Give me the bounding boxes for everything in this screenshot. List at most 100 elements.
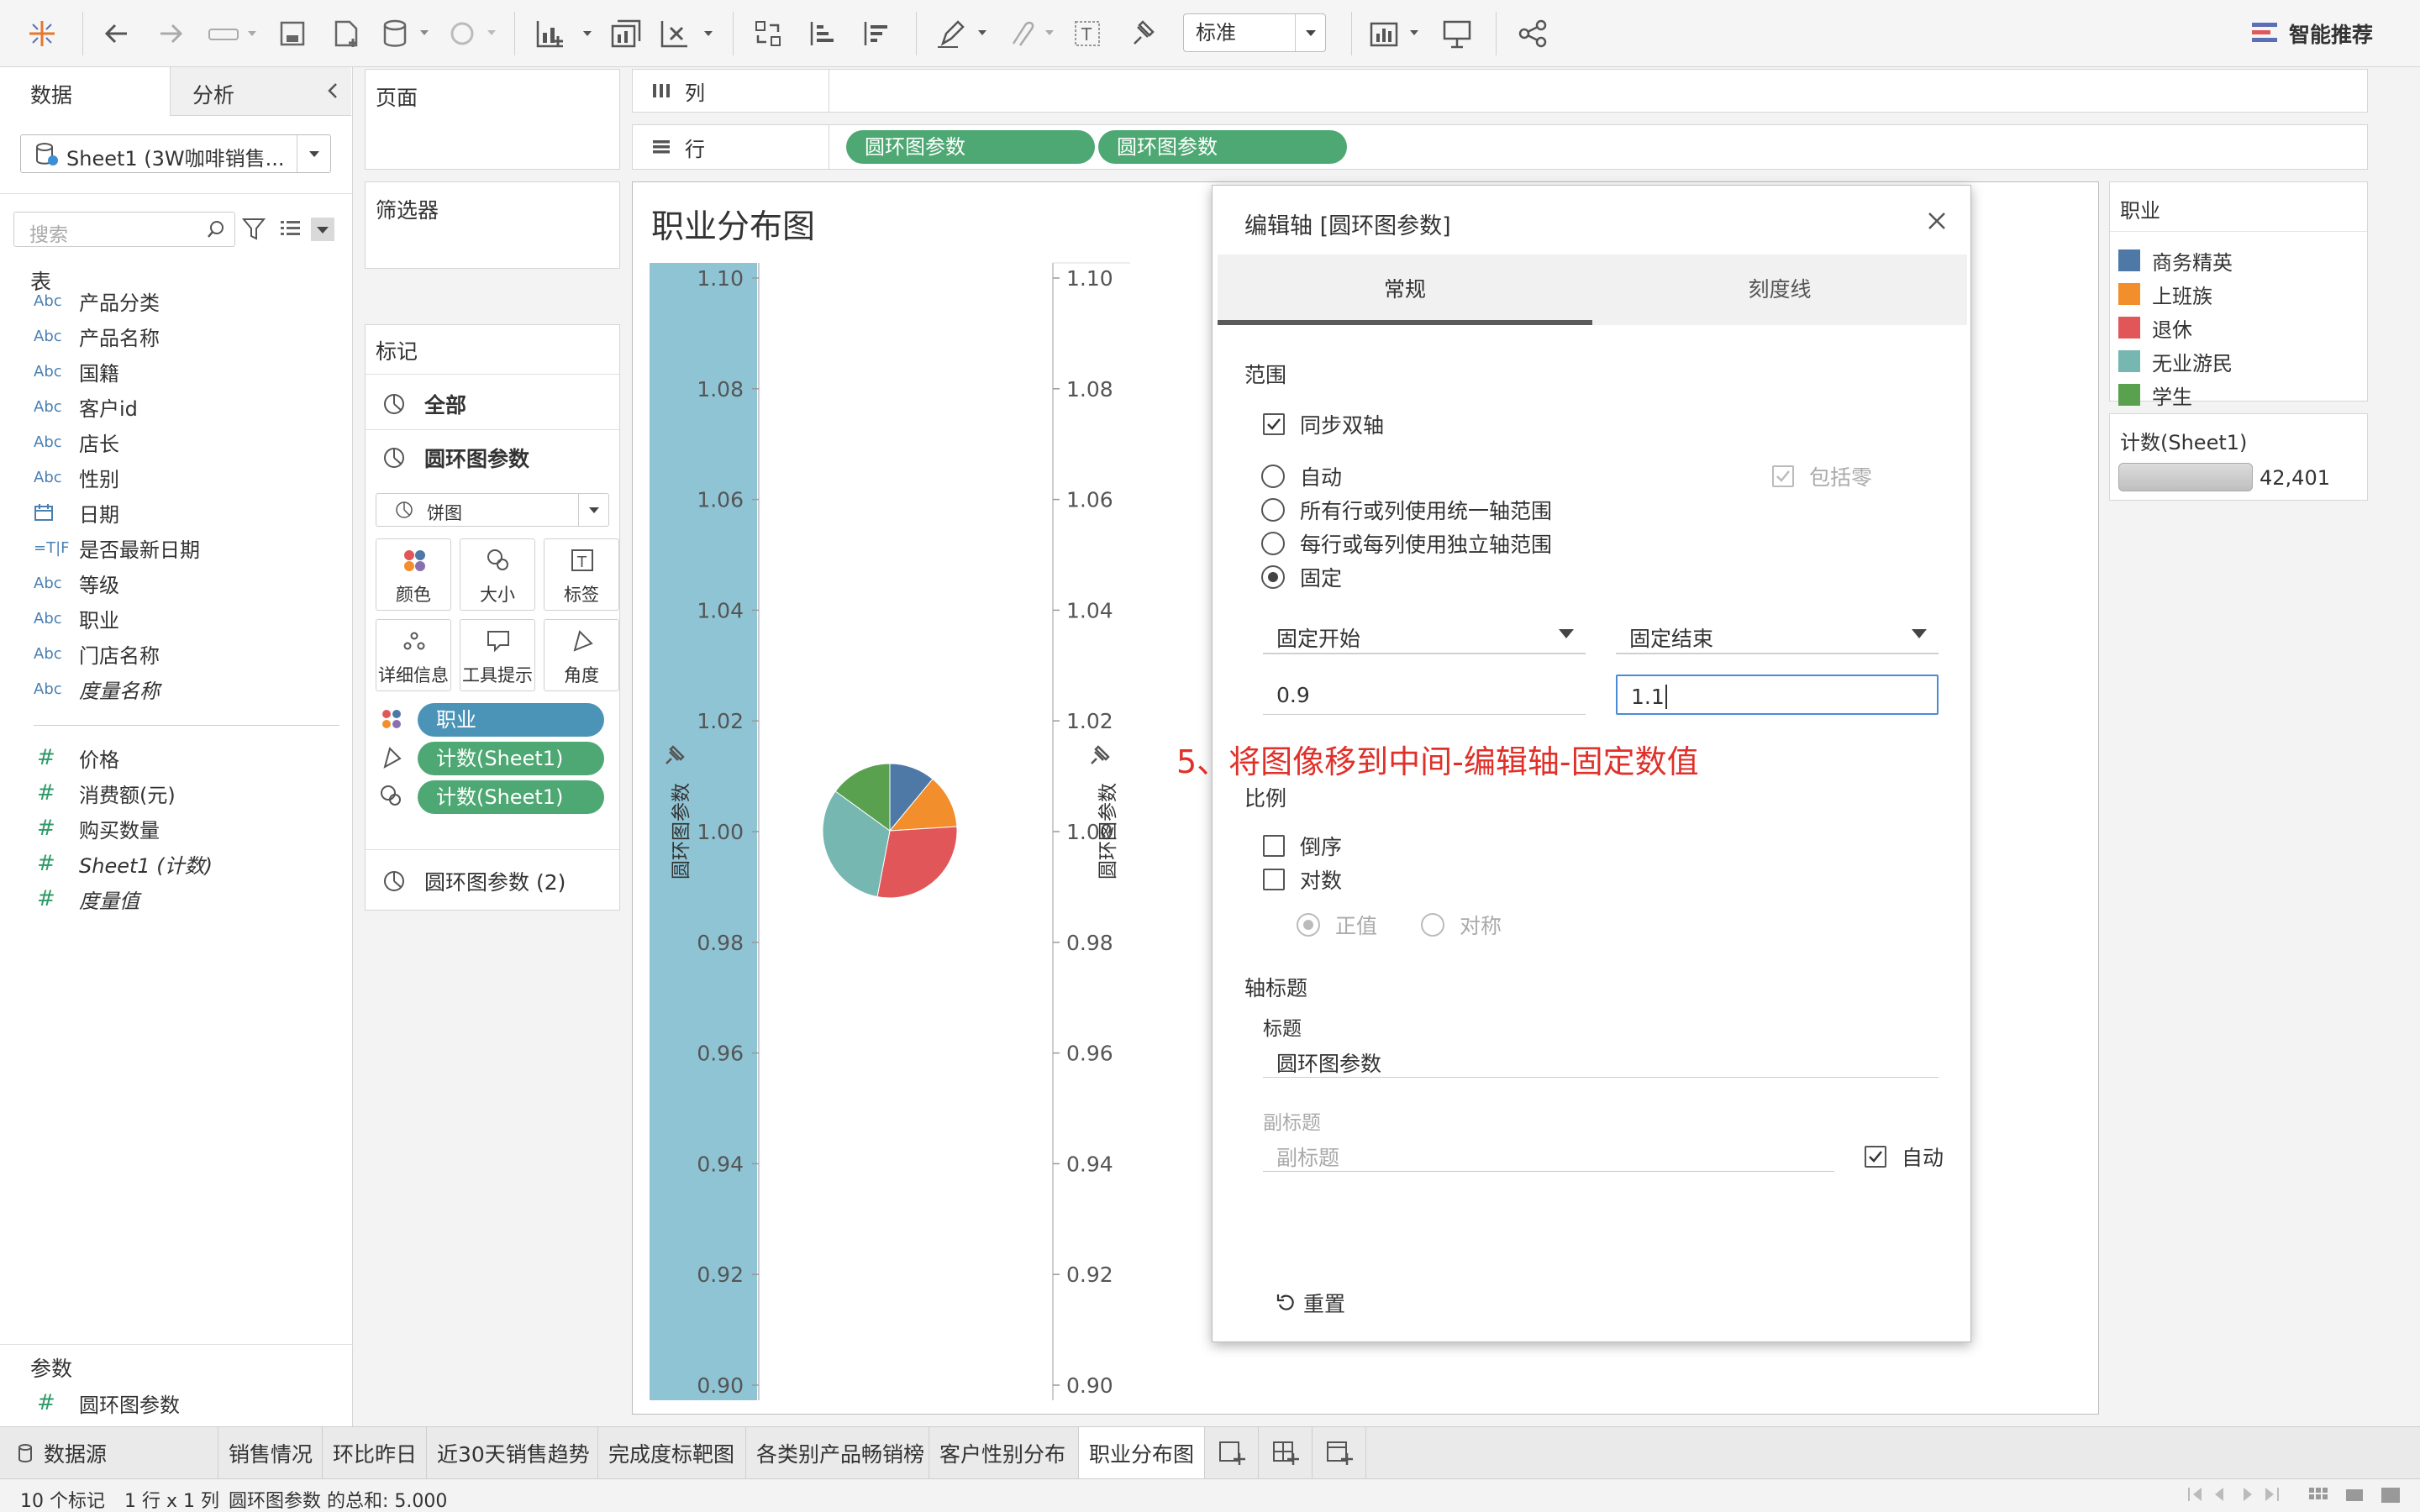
dimension-field[interactable]: Abc 职业 [0,601,345,635]
marks-layer2-row[interactable]: 圆环图参数 (2) [382,864,626,898]
axis-title-input[interactable]: 圆环图参数 [1263,1041,1939,1078]
rows-pill-2[interactable]: 圆环图参数 [1098,130,1347,164]
pill-occupation[interactable]: 职业 [418,703,604,737]
sync-dual-axis-checkbox[interactable]: 同步双轴 [1263,409,1384,439]
show-mark-labels-icon[interactable]: T [1069,15,1106,52]
tab-bestsellers[interactable]: 各类别产品畅销榜 [746,1427,929,1479]
legend-item[interactable]: 退休 [2118,313,2192,342]
dimension-field[interactable]: Abc 店长 [0,425,345,459]
search-input[interactable]: 搜索 [13,212,235,247]
datasource-select[interactable]: Sheet1 (3W咖啡销售... [20,134,331,173]
new-worksheet-icon[interactable] [1205,1427,1259,1479]
fit-select[interactable]: 标准 [1183,13,1326,52]
pages-card[interactable]: 页面 [365,69,620,170]
group-members-icon[interactable] [1000,15,1059,52]
legend-item[interactable]: 商务精英 [2118,246,2233,275]
dimension-field[interactable]: Abc 产品名称 [0,319,345,353]
angle-button[interactable]: 角度 [544,619,619,691]
measure-field[interactable]: # 价格 [0,741,345,774]
tableau-logo-icon[interactable] [24,15,60,52]
pin-icon[interactable] [1088,745,1110,767]
range-fixed-radio[interactable]: 固定 [1261,562,1342,592]
tooltip-button[interactable]: 工具提示 [460,619,535,691]
size-button[interactable]: 大小 [460,538,535,611]
close-icon[interactable] [1920,204,1954,238]
logarithmic-checkbox[interactable]: 对数 [1263,864,1342,895]
replay-icon[interactable] [202,15,260,52]
sheet-navigation-icons[interactable] [2185,1484,2294,1506]
fixed-start-select[interactable]: 固定开始 [1263,614,1586,654]
measure-field[interactable]: # 购买数量 [0,811,345,845]
share-icon[interactable] [1514,15,1551,52]
tab-day-over-day[interactable]: 环比昨日 [323,1427,427,1479]
tab-bullet-chart[interactable]: 完成度标靶图 [598,1427,746,1479]
sort-descending-icon[interactable] [857,15,894,52]
tab-analysis[interactable]: 分析 [170,67,351,116]
left-axis-title[interactable]: 圆环图参数 [665,783,693,879]
new-worksheet-icon[interactable] [531,15,598,52]
filter-icon[interactable] [242,217,266,242]
tab-datasource[interactable]: 数据源 [0,1427,218,1479]
positive-radio[interactable]: 正值 [1297,910,1377,940]
new-story-icon[interactable] [1313,1427,1366,1479]
duplicate-sheet-icon[interactable] [605,15,647,52]
dimension-field[interactable]: Abc 性别 [0,460,345,494]
view-mode-icons[interactable] [2306,1484,2407,1506]
highlight-icon[interactable] [933,15,992,52]
tab-sales[interactable]: 销售情况 [218,1427,323,1479]
dimension-field[interactable]: Abc 门店名称 [0,637,345,670]
legend-item[interactable]: 无业游民 [2118,347,2233,375]
redo-icon[interactable] [153,15,190,52]
save-icon[interactable] [274,15,311,52]
refresh-icon[interactable] [445,15,504,52]
tab-30day-trend[interactable]: 近30天销售趋势 [427,1427,598,1479]
pie-slice[interactable] [876,826,958,899]
dimension-field[interactable]: 日期 [0,496,345,529]
subtitle-auto-checkbox[interactable]: 自动 [1865,1142,1944,1172]
measure-field[interactable]: # Sheet1 (计数) [0,847,345,880]
clear-sheet-icon[interactable] [655,15,723,52]
symmetric-radio[interactable]: 对称 [1421,910,1502,940]
rows-pill-1[interactable]: 圆环图参数 [846,130,1095,164]
mark-type-select[interactable]: 饼图 [376,493,609,527]
columns-shelf[interactable]: 列 [632,69,2368,113]
parameter-field[interactable]: # 圆环图参数 [0,1386,345,1420]
smart-recommend-button[interactable]: 智能推荐 [2252,17,2373,50]
measure-field[interactable]: # 度量值 [0,882,345,916]
legend-item[interactable]: 上班族 [2118,280,2212,308]
pin-icon[interactable] [663,745,685,767]
fixed-end-input[interactable]: 1.1 [1616,675,1939,715]
fixed-end-select[interactable]: 固定结束 [1616,614,1939,654]
pill-count-angle[interactable]: 计数(Sheet1) [418,742,604,775]
marks-layer1-row[interactable]: 圆环图参数 [382,441,626,475]
fixed-start-input[interactable]: 0.9 [1263,675,1586,715]
tab-tick-marks[interactable]: 刻度线 [1592,255,1967,325]
reset-button[interactable]: 重置 [1276,1288,1345,1318]
legend-item[interactable]: 学生 [2118,381,2192,409]
detail-button[interactable]: 详细信息 [376,619,451,691]
tab-data[interactable]: 数据 [0,67,170,116]
presentation-mode-icon[interactable] [1439,15,1476,52]
tab-gender[interactable]: 客户性别分布 [929,1427,1079,1479]
swap-rows-columns-icon[interactable] [750,15,786,52]
range-auto-radio[interactable]: 自动 [1261,461,1342,491]
marks-all-row[interactable]: 全部 [382,387,626,421]
dimension-field[interactable]: Abc 客户id [0,390,345,423]
show-me-icon[interactable] [1366,15,1425,52]
dimension-field[interactable]: Abc 国籍 [0,354,345,388]
dimension-field[interactable]: Abc 度量名称 [0,672,345,706]
measure-field[interactable]: # 消费额(元) [0,776,345,810]
datasource-icon[interactable] [378,15,437,52]
new-dashboard-icon[interactable] [1259,1427,1313,1479]
collapse-pane-icon[interactable] [324,79,341,102]
new-datasource-icon[interactable] [328,15,365,52]
rows-shelf[interactable]: 行 圆环图参数 圆环图参数 [632,124,2368,170]
sort-ascending-icon[interactable] [803,15,840,52]
filters-card[interactable]: 筛选器 [365,181,620,269]
label-button[interactable]: T 标签 [544,538,619,611]
range-uniform-radio[interactable]: 所有行或列使用统一轴范围 [1261,495,1552,525]
dimension-field[interactable]: =T|F 是否最新日期 [0,531,345,564]
dimension-field[interactable]: Abc 等级 [0,566,345,600]
range-independent-radio[interactable]: 每行或每列使用独立轴范围 [1261,528,1552,559]
reversed-checkbox[interactable]: 倒序 [1263,831,1342,861]
